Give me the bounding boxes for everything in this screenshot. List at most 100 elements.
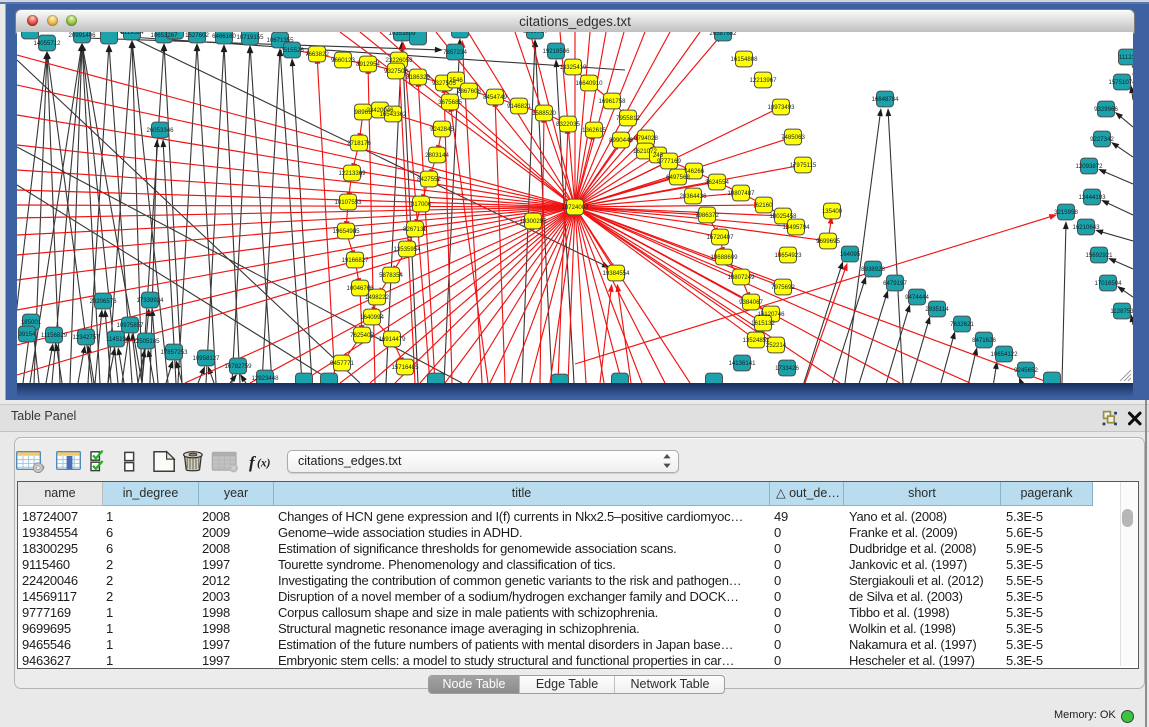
svg-text:8912954: 8912954: [356, 61, 380, 68]
svg-text:26053346: 26053346: [146, 127, 174, 134]
svg-text:14136141: 14136141: [728, 360, 756, 367]
svg-text:9457771: 9457771: [330, 360, 354, 367]
svg-text:39154: 39154: [19, 331, 37, 338]
svg-text:12923448: 12923448: [251, 375, 279, 382]
svg-text:10975857: 10975857: [116, 322, 144, 329]
svg-text:15692921: 15692921: [1085, 252, 1113, 259]
svg-text:26587682: 26587682: [709, 32, 737, 37]
svg-text:185001: 185001: [21, 319, 42, 326]
svg-text:1527602: 1527602: [185, 32, 209, 39]
svg-text:5878354: 5878354: [379, 272, 403, 279]
svg-text:1640994: 1640994: [360, 314, 384, 321]
svg-text:15751074: 15751074: [1108, 79, 1133, 86]
svg-text:19384554: 19384554: [602, 270, 630, 277]
svg-text:7632621: 7632621: [950, 321, 974, 328]
svg-text:16961758: 16961758: [598, 98, 626, 105]
svg-text:8186328: 8186328: [406, 74, 430, 81]
svg-text:18300295: 18300295: [519, 218, 547, 225]
svg-text:10107553: 10107553: [334, 199, 362, 206]
svg-text:8267130: 8267130: [403, 226, 427, 233]
svg-text:18807249: 18807249: [727, 274, 755, 281]
svg-text:15720407: 15720407: [706, 234, 734, 241]
svg-text:11156829: 11156829: [41, 332, 68, 339]
svg-text:16120746: 16120746: [757, 311, 785, 318]
svg-text:3215958: 3215958: [1054, 209, 1078, 216]
svg-text:9227342: 9227342: [1090, 136, 1114, 143]
svg-text:8427552: 8427552: [417, 176, 441, 183]
svg-text:17016504: 17016504: [1094, 280, 1122, 287]
svg-text:16648784: 16648784: [871, 96, 899, 103]
svg-text:1362615: 1362615: [582, 127, 606, 134]
svg-text:16210643: 16210643: [1072, 224, 1100, 231]
svg-text:20206576: 20206576: [89, 298, 117, 305]
svg-text:15716485: 15716485: [391, 364, 419, 371]
svg-text:2867608: 2867608: [457, 88, 481, 95]
svg-text:8322035: 8322035: [556, 121, 580, 128]
svg-text:12342757: 12342757: [72, 334, 100, 341]
svg-text:10671355: 10671355: [266, 37, 294, 44]
svg-text:7515526: 7515526: [280, 47, 304, 54]
svg-text:13654923: 13654923: [774, 252, 802, 259]
svg-text:(x): (x): [257, 458, 271, 470]
svg-text:16782759: 16782759: [224, 363, 252, 370]
svg-text:11123: 11123: [1119, 54, 1133, 61]
svg-text:10719155: 10719155: [236, 34, 264, 41]
svg-text:10807487: 10807487: [727, 190, 755, 197]
svg-text:9474444: 9474444: [905, 294, 929, 301]
svg-text:9327508: 9327508: [384, 68, 408, 75]
svg-text:12505185: 12505185: [132, 338, 160, 345]
svg-text:17339924: 17339924: [136, 297, 164, 304]
svg-text:7975692: 7975692: [771, 284, 795, 291]
svg-text:6794028: 6794028: [634, 135, 658, 142]
svg-text:10654122: 10654122: [990, 351, 1018, 358]
svg-text:62160: 62160: [756, 202, 774, 209]
svg-text:6479197: 6479197: [883, 280, 907, 287]
svg-text:10025458: 10025458: [769, 213, 797, 220]
svg-text:1733426: 1733426: [775, 365, 799, 372]
svg-text:1128753: 1128753: [1110, 308, 1133, 315]
svg-text:3675685: 3675685: [438, 99, 462, 106]
svg-text:8938928: 8938928: [861, 266, 885, 273]
svg-text:8454749: 8454749: [483, 94, 507, 101]
svg-text:2718176: 2718176: [347, 140, 371, 147]
svg-text:10958127: 10958127: [192, 355, 220, 362]
svg-text:17975115: 17975115: [790, 162, 817, 169]
svg-text:14055712: 14055712: [33, 40, 61, 47]
svg-text:114519: 114519: [106, 336, 126, 343]
svg-text:9329966: 9329966: [1094, 106, 1118, 113]
svg-text:10353809: 10353809: [388, 32, 416, 37]
svg-text:12444193: 12444193: [1078, 194, 1106, 201]
svg-text:8813054: 8813054: [523, 32, 547, 35]
svg-text:19218506: 19218506: [542, 48, 570, 55]
svg-text:10046766: 10046766: [346, 285, 374, 292]
svg-text:2546: 2546: [449, 77, 463, 84]
svg-text:9384067: 9384067: [739, 299, 763, 306]
svg-text:817006: 817006: [411, 201, 432, 208]
svg-text:13325419: 13325419: [559, 64, 587, 71]
svg-text:9242845: 9242845: [430, 126, 454, 133]
svg-text:9245652: 9245652: [1014, 367, 1038, 374]
svg-text:16543362: 16543362: [379, 111, 407, 118]
svg-text:16154808: 16154808: [730, 56, 758, 63]
svg-text:1588520: 1588520: [532, 110, 556, 117]
svg-text:19654985: 19654985: [332, 228, 360, 235]
svg-text:135400: 135400: [822, 208, 843, 215]
svg-text:1498222: 1498222: [365, 294, 389, 301]
svg-text:f: f: [249, 453, 257, 472]
svg-text:20991406: 20991406: [68, 32, 96, 39]
svg-text:6497568: 6497568: [666, 174, 690, 181]
svg-text:8990448: 8990448: [609, 137, 633, 144]
svg-text:18724007: 18724007: [561, 204, 589, 211]
svg-text:8471626: 8471626: [972, 337, 996, 344]
svg-text:252214: 252214: [766, 342, 787, 349]
svg-text:9660123: 9660123: [331, 57, 355, 64]
svg-text:9119324: 9119324: [120, 32, 144, 36]
svg-text:13535954: 13535954: [393, 246, 421, 253]
svg-text:12093872: 12093872: [1075, 163, 1103, 170]
svg-text:7986372: 7986372: [695, 212, 719, 219]
svg-text:20364436: 20364436: [679, 193, 707, 200]
svg-text:6466160: 6466160: [212, 33, 236, 40]
svg-text:7625402: 7625402: [350, 332, 374, 339]
svg-text:16914479: 16914479: [378, 336, 406, 343]
svg-text:7485063: 7485063: [781, 134, 805, 141]
